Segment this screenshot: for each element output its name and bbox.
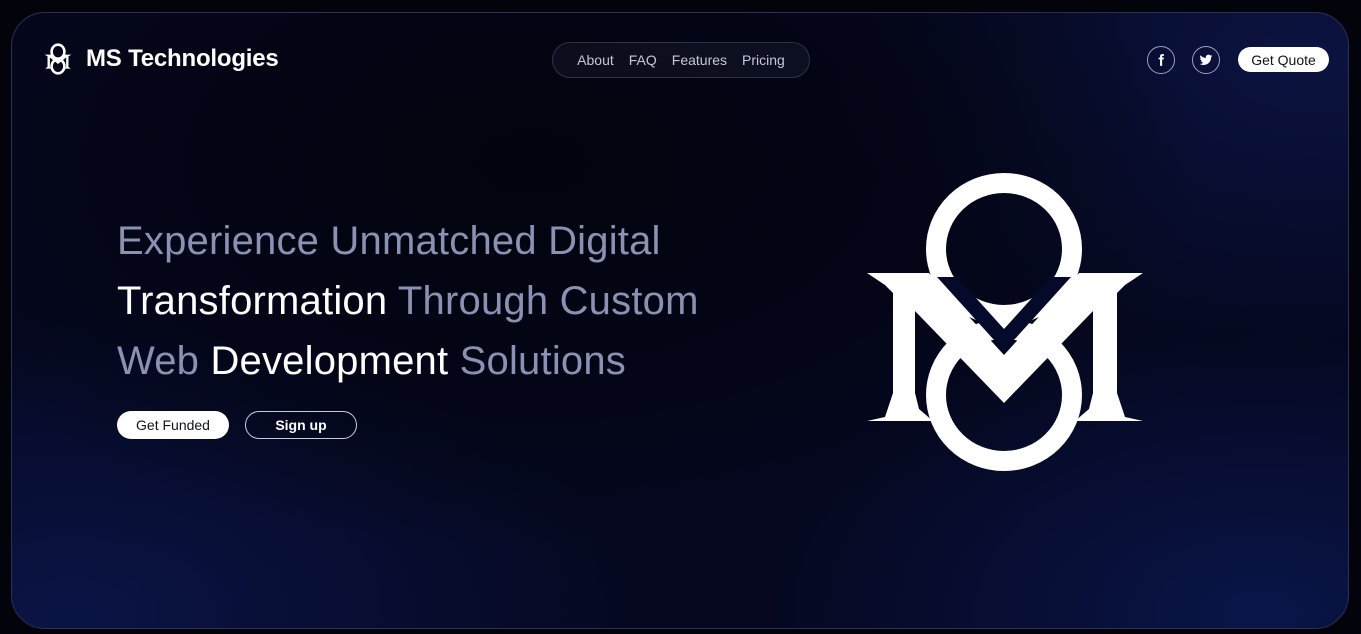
twitter-button[interactable] [1192, 46, 1220, 74]
sign-up-button[interactable]: Sign up [245, 411, 357, 439]
get-quote-button[interactable]: Get Quote [1238, 47, 1329, 72]
facebook-button[interactable] [1147, 46, 1175, 74]
headline-highlight: Transformation [117, 279, 388, 323]
headline-text: Solutions [448, 339, 626, 383]
headline-text: Web [117, 339, 211, 383]
headline-line-2: Transformation Through Custom [117, 279, 699, 323]
nav-link-about[interactable]: About [577, 52, 614, 68]
nav-link-pricing[interactable]: Pricing [742, 52, 785, 68]
headline-highlight: Development [210, 339, 449, 383]
brand-name: MS Technologies [86, 45, 279, 72]
ms-monogram-icon [44, 43, 72, 75]
nav-link-faq[interactable]: FAQ [629, 52, 657, 68]
headline-line-3: Web Development Solutions [117, 339, 626, 383]
hero-actions: Get Funded Sign up [117, 411, 357, 439]
facebook-icon [1158, 54, 1164, 66]
headline-text: Through Custom [387, 279, 699, 323]
ms-monogram-large-icon [867, 173, 1143, 471]
main-nav: About FAQ Features Pricing [552, 42, 810, 78]
twitter-icon [1199, 54, 1213, 66]
get-funded-button[interactable]: Get Funded [117, 411, 229, 439]
headline-line-1: Experience Unmatched Digital [117, 219, 661, 263]
hero-headline: Experience Unmatched Digital Transformat… [117, 211, 699, 391]
brand[interactable]: MS Technologies [42, 43, 279, 75]
hero-card: MS Technologies About FAQ Features Prici… [11, 12, 1349, 629]
headline-text: Experience Unmatched Digital [117, 219, 661, 263]
nav-link-features[interactable]: Features [672, 52, 727, 68]
